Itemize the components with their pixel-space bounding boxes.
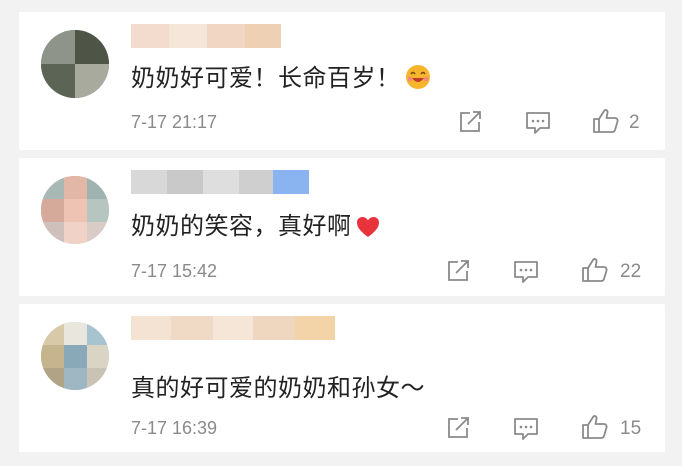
share-icon[interactable] xyxy=(447,260,471,282)
like-count: 15 xyxy=(620,418,642,439)
username-blurred[interactable] xyxy=(131,316,335,340)
comment-time: 7-17 15:42 xyxy=(131,261,218,281)
comment-icon[interactable] xyxy=(513,417,539,441)
username-blurred[interactable] xyxy=(131,24,281,48)
comment-card: 真的好可爱的奶奶和孙女～ 7-17 16:39 15 xyxy=(19,304,665,452)
share-icon[interactable] xyxy=(447,417,471,439)
comment-text: 奶奶的笑容，真好啊 xyxy=(131,206,380,244)
like-count: 2 xyxy=(629,112,640,133)
avatar[interactable] xyxy=(41,30,109,98)
avatar[interactable] xyxy=(41,176,109,244)
comment-text: 奶奶好可爱！长命百岁！ xyxy=(131,58,431,96)
avatar[interactable] xyxy=(41,322,109,390)
red-heart-emoji xyxy=(356,216,380,244)
comment-icon[interactable] xyxy=(525,111,551,135)
laughing-face-emoji xyxy=(405,64,431,96)
share-icon[interactable] xyxy=(459,111,483,133)
comment-time: 7-17 21:17 xyxy=(131,112,218,132)
like-count: 22 xyxy=(620,261,642,282)
like-icon[interactable] xyxy=(592,108,620,134)
comment-icon[interactable] xyxy=(513,260,539,284)
comment-text: 真的好可爱的奶奶和孙女～ xyxy=(131,374,425,402)
comment-card: 奶奶好可爱！长命百岁！ 7-17 21:17 2 xyxy=(19,12,665,150)
comment-time: 7-17 16:39 xyxy=(131,418,218,438)
comment-card: 奶奶的笑容，真好啊 7-17 15:42 22 xyxy=(19,158,665,296)
like-icon[interactable] xyxy=(581,257,609,283)
like-icon[interactable] xyxy=(581,414,609,440)
username-blurred[interactable] xyxy=(131,170,309,194)
